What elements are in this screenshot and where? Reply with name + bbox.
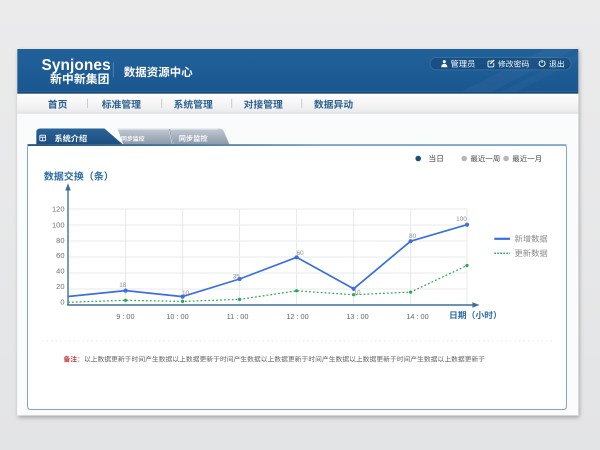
svg-text:11 : 00: 11 : 00 xyxy=(227,312,249,321)
svg-text:120: 120 xyxy=(52,205,65,214)
svg-text:18: 18 xyxy=(119,282,127,289)
svg-text:20: 20 xyxy=(56,282,64,291)
svg-text:80: 80 xyxy=(409,233,417,240)
svg-text:13 : 00: 13 : 00 xyxy=(346,312,368,321)
svg-text:0: 0 xyxy=(60,297,64,306)
svg-text:100: 100 xyxy=(52,221,65,230)
svg-text:40: 40 xyxy=(56,267,64,276)
svg-text:100: 100 xyxy=(456,216,467,223)
svg-text:10 : 00: 10 : 00 xyxy=(166,312,188,321)
svg-text:80: 80 xyxy=(56,236,64,245)
svg-text:Synjones: Synjones xyxy=(42,57,111,74)
svg-text:10: 10 xyxy=(182,290,190,297)
svg-text:60: 60 xyxy=(56,251,64,260)
svg-text:14 : 00: 14 : 00 xyxy=(406,312,428,321)
svg-text:9 : 00: 9 : 00 xyxy=(116,312,134,321)
svg-text:60: 60 xyxy=(296,250,304,257)
svg-text:35: 35 xyxy=(233,274,241,281)
svg-text:10: 10 xyxy=(353,289,361,296)
svg-text:12 : 00: 12 : 00 xyxy=(286,312,308,321)
